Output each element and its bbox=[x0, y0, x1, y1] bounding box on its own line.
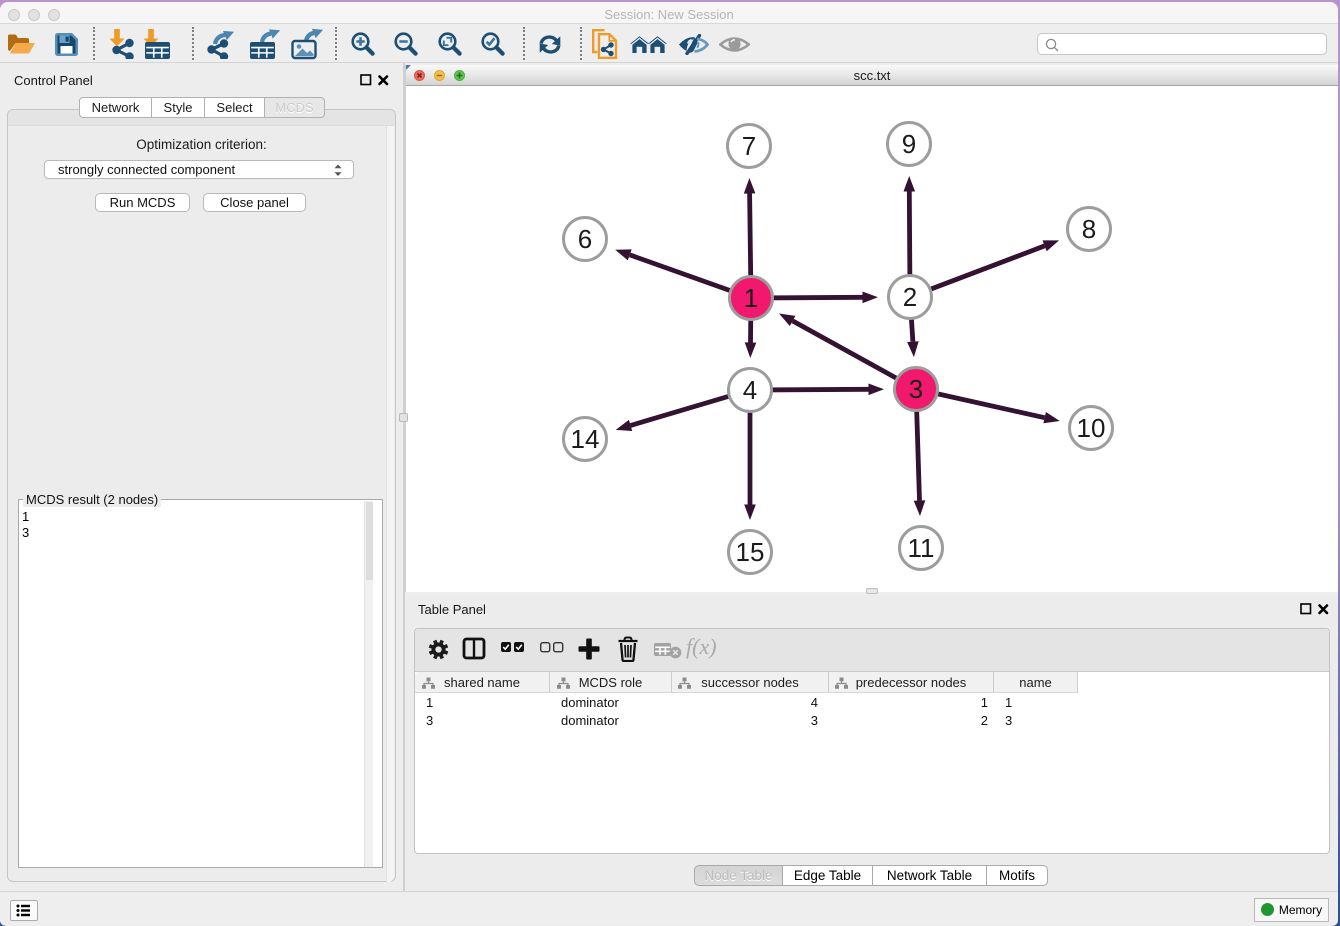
svg-text:2: 2 bbox=[903, 282, 917, 312]
svg-text:1: 1 bbox=[744, 283, 758, 313]
svg-text:8: 8 bbox=[1082, 214, 1096, 244]
svg-text:15: 15 bbox=[736, 537, 765, 567]
svg-text:3: 3 bbox=[909, 374, 923, 404]
svg-text:11: 11 bbox=[908, 533, 935, 563]
svg-text:10: 10 bbox=[1077, 413, 1106, 443]
svg-text:14: 14 bbox=[571, 424, 600, 454]
svg-text:9: 9 bbox=[902, 129, 916, 159]
svg-text:7: 7 bbox=[742, 131, 756, 161]
svg-text:6: 6 bbox=[578, 224, 592, 254]
svg-text:4: 4 bbox=[743, 375, 757, 405]
